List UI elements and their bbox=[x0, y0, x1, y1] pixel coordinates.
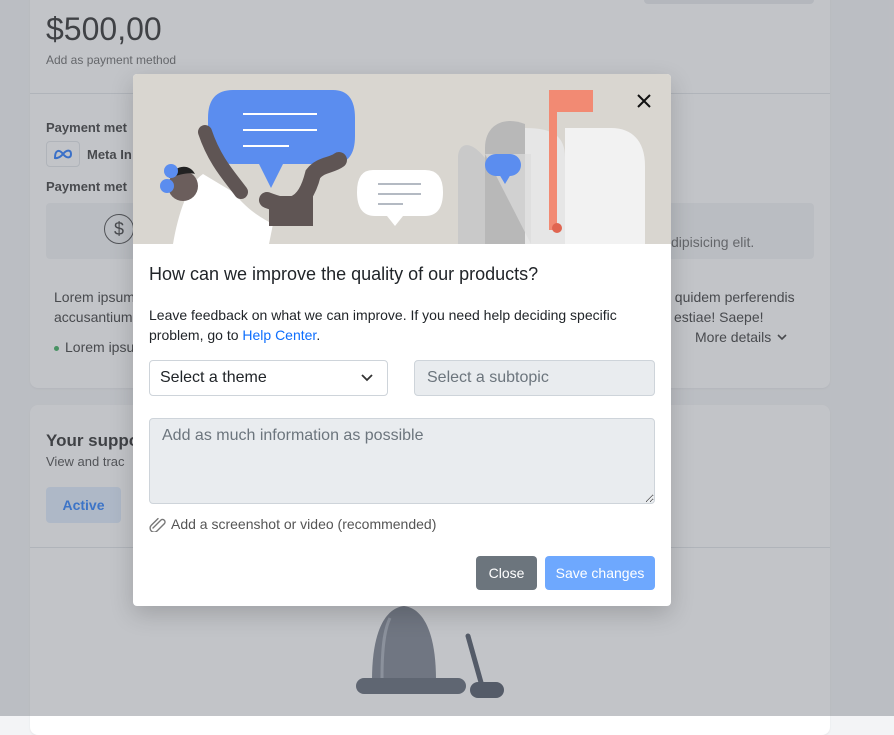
subtopic-select-value: Select a subtopic bbox=[427, 369, 549, 386]
feedback-modal: How can we improve the quality of our pr… bbox=[133, 74, 671, 606]
help-center-link[interactable]: Help Center bbox=[242, 327, 316, 343]
feedback-illustration bbox=[160, 90, 645, 244]
close-button[interactable]: Close bbox=[476, 556, 537, 590]
description-text: Leave feedback on what we can improve. I… bbox=[149, 307, 617, 343]
modal-illustration bbox=[133, 74, 671, 244]
feedback-textarea[interactable] bbox=[149, 418, 655, 504]
modal-title: How can we improve the quality of our pr… bbox=[149, 264, 539, 284]
subtopic-select[interactable]: Select a subtopic bbox=[414, 360, 655, 396]
paperclip-icon bbox=[149, 517, 166, 532]
chevron-down-icon bbox=[361, 374, 373, 382]
theme-select[interactable]: Select a theme bbox=[149, 360, 388, 396]
modal-description: Leave feedback on what we can improve. I… bbox=[149, 305, 649, 345]
theme-select-value: Select a theme bbox=[160, 369, 267, 386]
save-changes-button[interactable]: Save changes bbox=[545, 556, 655, 590]
close-icon[interactable] bbox=[633, 90, 655, 112]
attach-label: Add a screenshot or video (recommended) bbox=[171, 516, 437, 532]
attach-media-link[interactable]: Add a screenshot or video (recommended) bbox=[149, 516, 436, 532]
description-end: . bbox=[316, 327, 321, 343]
